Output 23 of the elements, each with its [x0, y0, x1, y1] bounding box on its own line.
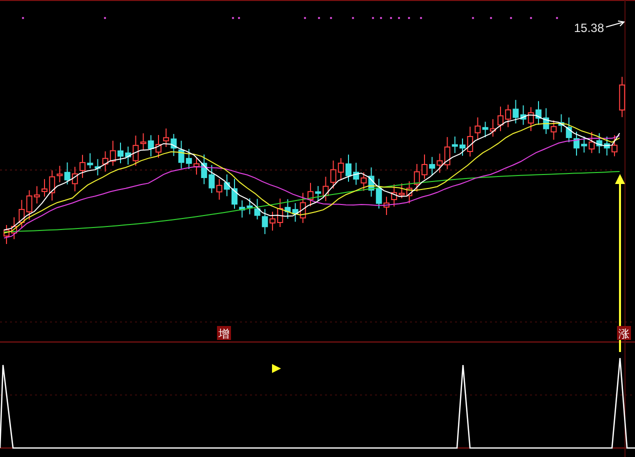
pointer-arrow-icon — [606, 20, 626, 28]
candlestick — [346, 154, 352, 182]
candlestick — [270, 211, 276, 232]
candlestick — [574, 131, 580, 156]
candlestick — [80, 154, 86, 178]
candlestick — [460, 138, 466, 156]
candlestick — [612, 134, 618, 157]
candlestick — [422, 154, 428, 180]
candlestick — [232, 178, 238, 210]
candlestick — [536, 100, 542, 126]
candlestick — [194, 158, 200, 176]
candlestick — [118, 142, 124, 164]
high-price-label: 15.38 — [574, 21, 604, 35]
candlestick — [156, 134, 162, 158]
candlestick — [308, 182, 314, 207]
signal-badge: 涨 — [617, 326, 631, 340]
candlestick — [498, 106, 504, 132]
candlestick — [384, 196, 390, 216]
play-triangle-icon — [272, 364, 281, 373]
signal-badge: 增 — [217, 326, 231, 340]
candlestick — [42, 178, 48, 198]
candlestick — [619, 76, 626, 118]
candlestick — [4, 224, 10, 244]
